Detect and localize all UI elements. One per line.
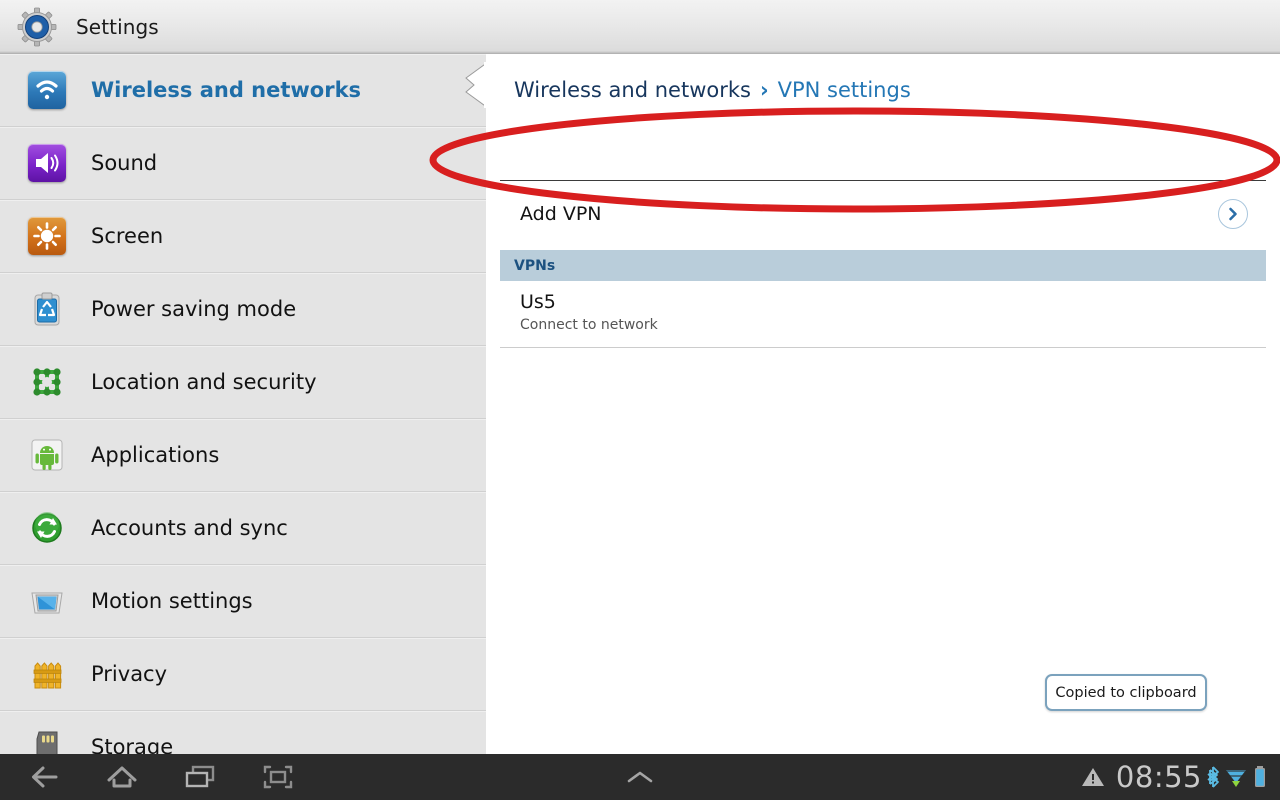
brightness-icon bbox=[26, 215, 68, 257]
breadcrumb-current: VPN settings bbox=[777, 78, 911, 102]
sidebar-item-label: Power saving mode bbox=[91, 297, 297, 321]
content-panel: Wireless and networks › VPN settings Add V… bbox=[486, 54, 1280, 754]
system-navigation-bar[interactable]: 08:55 bbox=[0, 754, 1280, 800]
settings-gear-icon bbox=[15, 5, 59, 49]
wifi-icon bbox=[26, 69, 68, 111]
sidebar-item-screen[interactable]: Screen bbox=[0, 200, 486, 273]
sidebar-item-label: Privacy bbox=[91, 662, 168, 686]
android-icon bbox=[26, 434, 68, 476]
sidebar-item-power-saving-mode[interactable]: Power saving mode bbox=[0, 273, 486, 346]
sidebar-item-motion-settings[interactable]: Motion settings bbox=[0, 565, 486, 638]
location-security-icon bbox=[26, 361, 68, 403]
breadcrumb-root[interactable]: Wireless and networks bbox=[514, 78, 751, 102]
breadcrumb[interactable]: Wireless and networks › VPN settings bbox=[514, 78, 911, 102]
status-clock[interactable]: 08:55 bbox=[1116, 760, 1202, 794]
warning-triangle-icon[interactable] bbox=[1080, 765, 1106, 789]
sidebar-item-label: Sound bbox=[91, 151, 158, 175]
add-vpn-row[interactable]: Add VPN bbox=[500, 181, 1266, 247]
chevron-up-icon[interactable] bbox=[600, 754, 680, 800]
sidebar-item-accounts-and-sync[interactable]: Accounts and sync bbox=[0, 492, 486, 565]
fence-icon bbox=[26, 653, 68, 695]
add-vpn-label: Add VPN bbox=[520, 203, 602, 225]
bluetooth-icon[interactable] bbox=[1204, 764, 1222, 790]
sidebar-item-privacy[interactable]: Privacy bbox=[0, 638, 486, 711]
section-header-label: VPNs bbox=[514, 257, 556, 274]
battery-icon[interactable] bbox=[1252, 764, 1268, 790]
nav-buttons-group[interactable] bbox=[5, 754, 317, 800]
wifi-signal-icon[interactable] bbox=[1224, 764, 1248, 790]
list-item[interactable]: Us5 Connect to network bbox=[500, 281, 1266, 348]
power-saving-icon bbox=[26, 288, 68, 330]
sidebar-item-label: Motion settings bbox=[91, 589, 253, 613]
sidebar-item-label: Wireless and networks bbox=[91, 78, 362, 102]
section-header-vpns: VPNs bbox=[500, 250, 1266, 281]
home-button[interactable] bbox=[83, 754, 161, 800]
sidebar-item-location-and-security[interactable]: Location and security bbox=[0, 346, 486, 419]
app-title: Settings bbox=[76, 14, 159, 39]
sidebar-item-label: Location and security bbox=[91, 370, 317, 394]
sidebar-item-storage[interactable]: Storage bbox=[0, 711, 486, 754]
vpn-name: Us5 bbox=[520, 291, 556, 313]
sidebar-item-label: Storage bbox=[91, 735, 174, 754]
toast-message: Copied to clipboard bbox=[1055, 684, 1197, 701]
settings-sidebar[interactable]: Wireless and networks Sound Screen Power… bbox=[0, 54, 486, 754]
status-icons-group[interactable]: 08:55 bbox=[1080, 754, 1274, 800]
sidebar-item-label: Accounts and sync bbox=[91, 516, 288, 540]
tablet-screen: Settings Wireless and networks Sound Scr… bbox=[0, 0, 1280, 800]
motion-icon bbox=[26, 580, 68, 622]
sidebar-item-label: Applications bbox=[91, 443, 220, 467]
sdcard-icon bbox=[26, 726, 68, 754]
sidebar-item-sound[interactable]: Sound bbox=[0, 127, 486, 200]
sync-icon bbox=[26, 507, 68, 549]
back-button[interactable] bbox=[5, 754, 83, 800]
toast-notification: Copied to clipboard bbox=[1045, 674, 1207, 711]
sidebar-item-applications[interactable]: Applications bbox=[0, 419, 486, 492]
vpn-status: Connect to network bbox=[520, 317, 658, 333]
sidebar-item-label: Screen bbox=[91, 224, 164, 248]
breadcrumb-separator-icon: › bbox=[759, 78, 769, 102]
app-header: Settings bbox=[0, 0, 1280, 54]
active-item-pointer bbox=[464, 61, 489, 109]
sidebar-item-wireless-and-networks[interactable]: Wireless and networks bbox=[0, 54, 486, 127]
speaker-icon bbox=[26, 142, 68, 184]
recents-button[interactable] bbox=[161, 754, 239, 800]
chevron-right-icon[interactable] bbox=[1218, 199, 1248, 229]
capture-button[interactable] bbox=[239, 754, 317, 800]
